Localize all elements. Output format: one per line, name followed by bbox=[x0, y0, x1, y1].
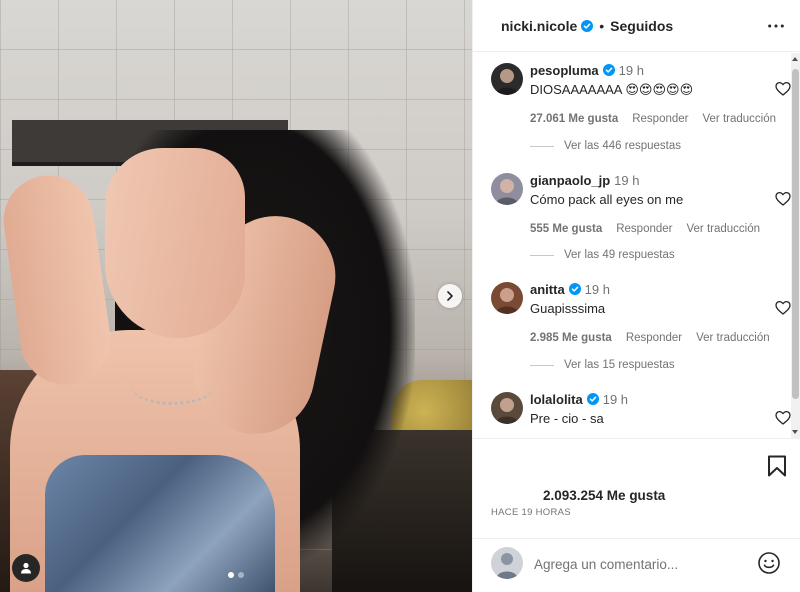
bookmark-icon[interactable] bbox=[767, 455, 787, 477]
replies-dash bbox=[530, 254, 554, 256]
comment-likes[interactable]: 27.061 Me gusta bbox=[530, 113, 618, 125]
reply-button[interactable]: Responder bbox=[632, 113, 688, 125]
carousel-dot[interactable] bbox=[228, 572, 234, 578]
avatar[interactable] bbox=[491, 282, 523, 314]
heart-outline-icon[interactable] bbox=[775, 300, 791, 316]
comment-time[interactable]: 19 h bbox=[614, 173, 639, 188]
heart-outline-icon[interactable] bbox=[775, 81, 791, 97]
view-replies-button[interactable]: Ver las 446 respuestas bbox=[530, 140, 681, 152]
replies-dash bbox=[530, 145, 554, 147]
user-tag-icon bbox=[21, 562, 31, 574]
comment-meta: 2.985 Me gusta Responder Ver traducción bbox=[530, 332, 770, 344]
verified-badge-icon bbox=[581, 19, 594, 32]
replies-dash bbox=[530, 364, 554, 366]
avatar[interactable] bbox=[491, 173, 523, 205]
comments-scrollbar[interactable] bbox=[791, 53, 800, 438]
verified-badge-icon bbox=[586, 393, 599, 405]
post-header: nicki.nicole • Seguidos bbox=[473, 0, 800, 52]
header-separator: • bbox=[599, 17, 605, 34]
avatar[interactable] bbox=[491, 63, 523, 95]
comment-likes[interactable]: 555 Me gusta bbox=[530, 223, 602, 235]
comment-text: Cómo pack all eyes on me bbox=[530, 192, 684, 207]
emoji-smile-icon[interactable] bbox=[757, 551, 781, 575]
post-details-panel: nicki.nicole • Seguidos pesopluma 19 h DIO… bbox=[472, 0, 800, 592]
avatar[interactable] bbox=[491, 392, 523, 424]
comment-time[interactable]: 19 h bbox=[585, 282, 610, 297]
reply-button[interactable]: Responder bbox=[616, 223, 672, 235]
heart-outline-icon[interactable] bbox=[775, 191, 791, 207]
comments-list[interactable]: pesopluma 19 h DIOSAAAAAAA 😍😍😍😍😍 27.061 Me … bbox=[473, 53, 800, 438]
comment-text: Guapisssima bbox=[530, 301, 606, 316]
comment-meta: 555 Me gusta Responder Ver traducción bbox=[530, 223, 770, 235]
heart-outline-icon[interactable] bbox=[775, 410, 791, 426]
view-replies-label[interactable]: Ver las 49 respuestas bbox=[564, 249, 675, 261]
add-comment-bar bbox=[473, 538, 800, 592]
carousel-next-button[interactable] bbox=[438, 284, 462, 308]
view-replies-label[interactable]: Ver las 446 respuestas bbox=[564, 140, 681, 152]
following-button[interactable]: Seguidos bbox=[610, 18, 673, 34]
translate-button[interactable]: Ver traducción bbox=[696, 332, 770, 344]
comment-text: DIOSAAAAAAA 😍😍😍😍😍 bbox=[530, 82, 694, 97]
scroll-up-arrow[interactable] bbox=[792, 57, 798, 61]
photo-subject-face bbox=[105, 148, 245, 338]
view-replies-button[interactable]: Ver las 15 respuestas bbox=[530, 359, 675, 371]
translate-button[interactable]: Ver traducción bbox=[702, 113, 776, 125]
comment-meta: 27.061 Me gusta Responder Ver traducción bbox=[530, 113, 776, 125]
more-options-button[interactable] bbox=[764, 14, 788, 38]
photo-subject-necklace bbox=[130, 365, 215, 405]
post-media[interactable] bbox=[0, 0, 472, 592]
comment-likes[interactable]: 2.985 Me gusta bbox=[530, 332, 612, 344]
reply-button[interactable]: Responder bbox=[626, 332, 682, 344]
comment-text: Pre - cio - sa bbox=[530, 411, 604, 426]
scroll-down-arrow[interactable] bbox=[792, 430, 798, 434]
comment-time[interactable]: 19 h bbox=[619, 63, 644, 78]
view-replies-button[interactable]: Ver las 49 respuestas bbox=[530, 249, 675, 261]
comment-username[interactable]: anitta bbox=[530, 282, 565, 297]
verified-badge-icon bbox=[602, 64, 615, 76]
verified-badge-icon bbox=[568, 283, 581, 295]
total-likes[interactable]: 2.093.254 Me gusta bbox=[543, 488, 665, 503]
comment-input[interactable] bbox=[534, 551, 744, 577]
comment-time[interactable]: 19 h bbox=[603, 392, 628, 407]
view-replies-label[interactable]: Ver las 15 respuestas bbox=[564, 359, 675, 371]
post-actions: 2.093.254 Me gusta HACE 19 HORAS bbox=[473, 438, 800, 538]
comment-username[interactable]: gianpaolo_jp bbox=[530, 173, 610, 188]
more-options-icon bbox=[768, 23, 784, 28]
scrollbar-thumb[interactable] bbox=[792, 69, 799, 399]
chevron-right-icon bbox=[447, 291, 453, 301]
carousel-dot[interactable] bbox=[238, 572, 244, 578]
translate-button[interactable]: Ver traducción bbox=[687, 223, 761, 235]
avatar bbox=[491, 547, 523, 579]
comment-username[interactable]: lolalolita bbox=[530, 392, 583, 407]
tagged-users-button[interactable] bbox=[12, 554, 40, 582]
carousel-dots bbox=[228, 572, 244, 578]
posted-time: HACE 19 HORAS bbox=[491, 507, 571, 518]
author-username[interactable]: nicki.nicole bbox=[501, 18, 577, 34]
comment-username[interactable]: pesopluma bbox=[530, 63, 599, 78]
